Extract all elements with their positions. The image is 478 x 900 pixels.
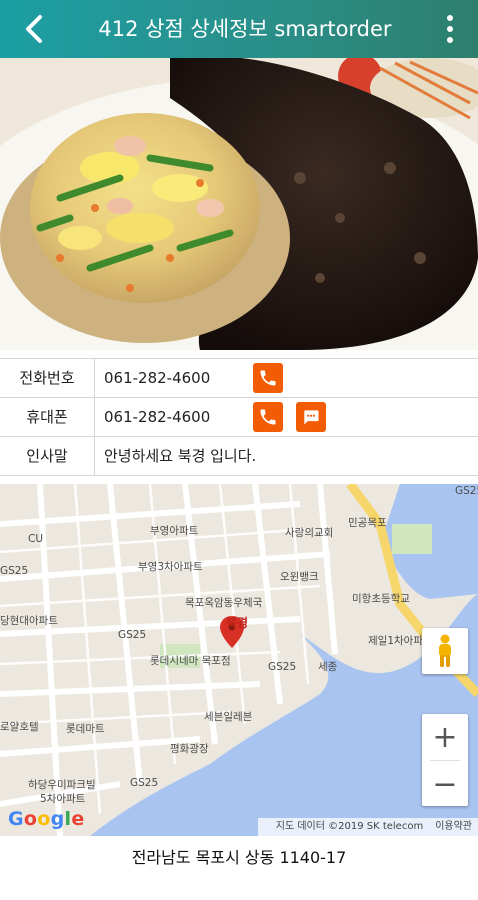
greeting-label: 인사말 xyxy=(0,437,95,475)
google-logo[interactable]: Google xyxy=(8,808,85,830)
street-view-button[interactable] xyxy=(422,628,468,674)
svg-text:롯데시네마 목포점: 롯데시네마 목포점 xyxy=(150,655,231,667)
svg-text:미항초등학교: 미항초등학교 xyxy=(352,593,410,605)
store-map[interactable]: GS25 CU 부영아파트 GS25 부영3차아파트 사랑의교회 민공목포 오윈… xyxy=(0,484,478,836)
svg-text:세븐일레븐: 세븐일레븐 xyxy=(204,710,253,723)
app-header: 412 상점 상세정보 smartorder xyxy=(0,0,478,58)
phone-value: 061-282-4600 xyxy=(104,369,211,387)
back-button[interactable] xyxy=(14,9,54,49)
svg-text:로얄호텔: 로얄호텔 xyxy=(0,721,39,733)
svg-text:GS25: GS25 xyxy=(130,777,158,789)
greeting-row: 인사말 안녕하세요 북경 입니다. xyxy=(0,436,478,476)
phone-icon xyxy=(260,409,276,425)
chevron-left-icon xyxy=(26,15,42,43)
svg-text:CU: CU xyxy=(28,533,43,545)
svg-text:GS25: GS25 xyxy=(118,629,146,641)
message-icon xyxy=(304,410,319,425)
svg-text:민공목포: 민공목포 xyxy=(348,517,387,529)
zoom-in-button[interactable]: + xyxy=(422,714,468,760)
svg-text:하당우미파크빌: 하당우미파크빌 xyxy=(28,778,96,791)
store-photo xyxy=(0,58,478,350)
svg-text:부영아파트: 부영아파트 xyxy=(150,525,199,537)
pegman-icon xyxy=(439,634,451,667)
svg-text:GS25: GS25 xyxy=(0,565,28,577)
map-marker-label[interactable]: 북경 xyxy=(226,614,248,631)
phone-row: 전화번호 061-282-4600 xyxy=(0,358,478,397)
page-title: 412 상점 상세정보 smartorder xyxy=(98,17,392,41)
store-address: 전라남도 목포시 상동 1140-17 xyxy=(131,848,347,867)
svg-text:부영3차아파트: 부영3차아파트 xyxy=(138,561,203,573)
svg-text:GS25: GS25 xyxy=(268,661,296,673)
terms-link[interactable]: 이용약관 xyxy=(435,821,472,832)
phone-icon xyxy=(260,370,276,386)
svg-text:세종: 세종 xyxy=(318,661,338,673)
mobile-label: 휴대폰 xyxy=(0,398,95,436)
mobile-value: 061-282-4600 xyxy=(104,408,211,426)
phone-label: 전화번호 xyxy=(0,359,95,397)
more-options-button[interactable] xyxy=(440,10,460,48)
mobile-row: 휴대폰 061-282-4600 xyxy=(0,397,478,436)
map-attribution: 지도 데이터 ©2019 SK telecom 이용약관 xyxy=(257,818,478,836)
svg-text:오윈뱅크: 오윈뱅크 xyxy=(280,570,319,583)
greeting-value: 안녕하세요 북경 입니다. xyxy=(104,447,257,465)
map-data-text[interactable]: 지도 데이터 ©2019 SK telecom xyxy=(276,821,423,832)
svg-text:목포옥암동우체국: 목포옥암동우체국 xyxy=(185,597,263,609)
store-info-table: 전화번호 061-282-4600 휴대폰 061-282-4600 인사말 안… xyxy=(0,358,478,476)
call-phone-button[interactable] xyxy=(253,363,283,393)
map-canvas[interactable]: GS25 CU 부영아파트 GS25 부영3차아파트 사랑의교회 민공목포 오윈… xyxy=(0,484,478,836)
zoom-out-button[interactable]: − xyxy=(422,761,468,807)
svg-text:사랑의교회: 사랑의교회 xyxy=(285,527,333,539)
svg-text:당현대아파트: 당현대아파트 xyxy=(0,615,58,627)
svg-text:GS25: GS25 xyxy=(455,485,478,497)
zoom-controls: + − xyxy=(422,714,468,806)
svg-text:평화광장: 평화광장 xyxy=(170,743,209,755)
svg-text:5차아파트: 5차아파트 xyxy=(40,793,86,805)
call-mobile-button[interactable] xyxy=(253,402,283,432)
svg-text:롯데마트: 롯데마트 xyxy=(66,723,105,735)
sms-button[interactable] xyxy=(296,402,326,432)
more-vertical-icon xyxy=(447,15,453,21)
